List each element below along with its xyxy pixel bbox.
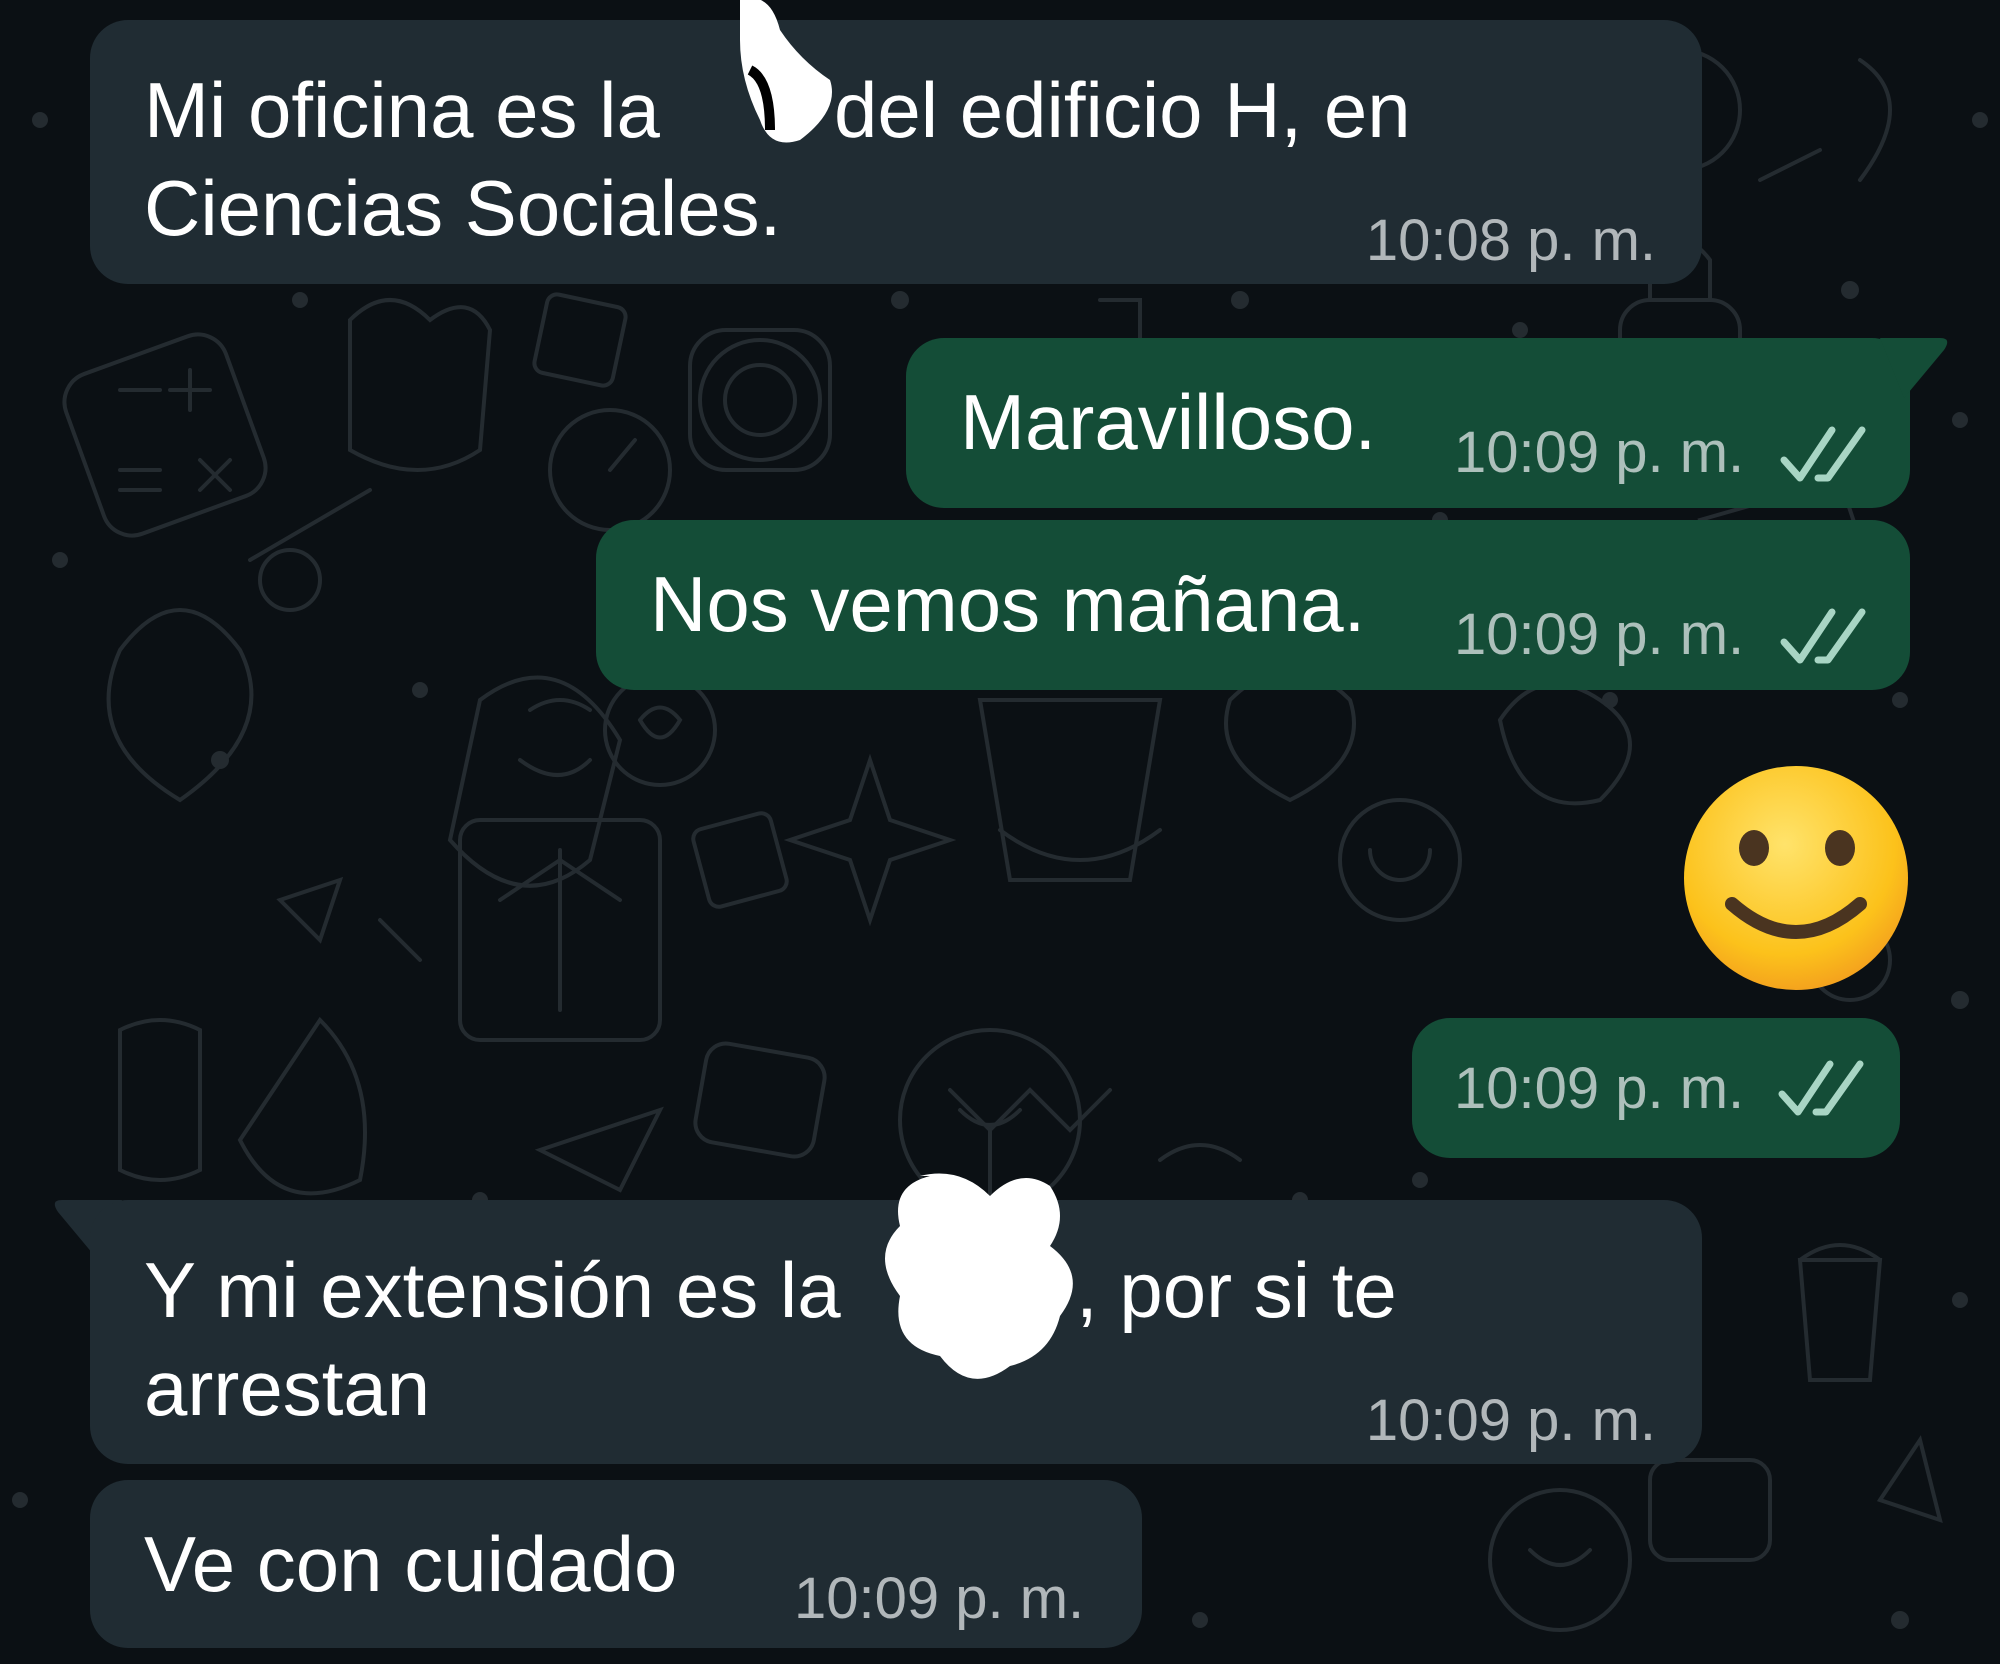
double-check-read-icon bbox=[1780, 608, 1866, 664]
redaction-scribble bbox=[740, 0, 832, 143]
message-text-line2: Ciencias Sociales. bbox=[144, 164, 782, 252]
double-check-read-icon bbox=[1780, 426, 1866, 482]
message-text-line2: arrestan bbox=[144, 1344, 431, 1432]
redaction-scribble bbox=[885, 1173, 1073, 1379]
message-text-line1-end: del edificio H, en bbox=[834, 66, 1411, 154]
message-text: Maravilloso. bbox=[960, 378, 1377, 466]
message-text: Nos vemos mañana. bbox=[650, 560, 1366, 648]
slightly-smiling-face-icon[interactable] bbox=[1680, 762, 1912, 994]
incoming-message-bubble[interactable]: Ve con cuidado 10:09 p. m. bbox=[90, 1480, 1142, 1648]
message-text-line1-start: Mi oficina es la bbox=[144, 66, 660, 154]
message-text: Ve con cuidado bbox=[144, 1520, 678, 1608]
message-timestamp: 10:09 p. m. bbox=[1454, 602, 1745, 667]
message-timestamp: 10:09 p. m. bbox=[1365, 1388, 1656, 1453]
double-check-read-icon bbox=[1778, 1060, 1864, 1116]
message-timestamp: 10:09 p. m. bbox=[1454, 420, 1745, 485]
message-timestamp: 10:09 p. m. bbox=[794, 1566, 1085, 1631]
message-text-line1-end: , por si te bbox=[1076, 1246, 1397, 1334]
outgoing-message-bubble[interactable]: Maravilloso. 10:09 p. m. bbox=[906, 338, 1910, 508]
message-timestamp: 10:08 p. m. bbox=[1365, 208, 1656, 273]
incoming-message-bubble[interactable]: Y mi extensión es la , por si te arresta… bbox=[90, 1173, 1702, 1464]
message-text-line1-start: Y mi extensión es la bbox=[144, 1246, 841, 1334]
outgoing-message-bubble[interactable]: Nos vemos mañana. 10:09 p. m. bbox=[596, 520, 1910, 690]
bubble-tail bbox=[1880, 338, 1948, 398]
incoming-message-bubble[interactable]: Mi oficina es la del edificio H, en Cien… bbox=[90, 0, 1702, 284]
message-timestamp: 10:09 p. m. bbox=[1454, 1056, 1745, 1121]
outgoing-message-bubble[interactable]: 10:09 p. m. bbox=[1412, 1018, 1900, 1158]
